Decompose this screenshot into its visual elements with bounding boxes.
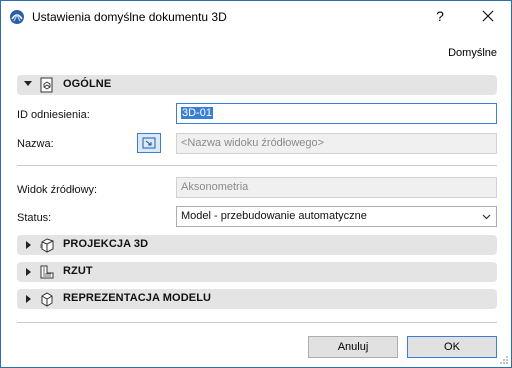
chevron-right-icon[interactable] <box>26 295 31 303</box>
section-divider <box>17 165 497 166</box>
chevron-right-icon[interactable] <box>26 268 31 276</box>
status-dropdown[interactable]: Model - przebudowanie automatyczne <box>176 206 497 227</box>
cancel-button[interactable]: Anuluj <box>308 336 398 358</box>
source-view-label: Widok źródłowy: <box>17 184 98 196</box>
chevron-right-icon[interactable] <box>26 241 31 249</box>
ref-id-label: ID odniesienia: <box>17 109 90 121</box>
cube-model-icon <box>41 292 53 307</box>
status-label: Status: <box>17 212 52 224</box>
chevron-down-icon <box>482 214 491 220</box>
help-button[interactable]: ? <box>432 8 448 26</box>
status-value: Model - przebudowanie automatyczne <box>181 210 367 222</box>
footer-divider <box>17 322 497 323</box>
source-view-value: Aksonometria <box>181 181 249 193</box>
ref-id-input[interactable]: 3D-01 <box>176 103 497 124</box>
archicad-app-icon <box>10 10 24 24</box>
section-projection-header[interactable]: PROJEKCJA 3D <box>17 235 497 255</box>
section-model-header[interactable]: REPREZENTACJA MODELU <box>17 289 497 309</box>
link-name-button[interactable] <box>137 133 161 153</box>
section-plan-header[interactable]: RZUT <box>17 262 497 282</box>
section-general-title: OGÓLNE <box>63 78 112 90</box>
name-input[interactable]: <Nazwa widoku źródłowego> <box>176 133 497 154</box>
ok-button[interactable]: OK <box>407 336 497 358</box>
dialog-content: Domyślne OGÓLNE ID odniesienia: 3D-01 Na… <box>1 32 511 367</box>
resize-grip-icon[interactable] <box>499 355 509 365</box>
source-view-field: Aksonometria <box>176 177 497 198</box>
name-placeholder: <Nazwa widoku źródłowego> <box>181 137 325 149</box>
ref-id-value: 3D-01 <box>181 107 213 119</box>
close-icon[interactable] <box>479 7 497 25</box>
chevron-down-icon[interactable] <box>24 81 32 86</box>
floor-plan-icon <box>40 265 54 279</box>
name-label: Nazwa: <box>17 138 54 150</box>
window-title: Ustawienia domyślne dokumentu 3D <box>32 10 227 24</box>
link-arrow-icon <box>142 137 156 149</box>
dialog-window: Ustawienia domyślne dokumentu 3D ? Domyś… <box>0 0 512 368</box>
preset-label: Domyślne <box>448 47 497 59</box>
section-model-title: REPREZENTACJA MODELU <box>63 292 212 304</box>
cube-projection-icon <box>40 238 54 253</box>
title-bar[interactable]: Ustawienia domyślne dokumentu 3D ? <box>1 1 511 32</box>
document-3d-icon <box>40 77 53 93</box>
section-plan-title: RZUT <box>63 265 93 277</box>
section-general-header[interactable]: OGÓLNE <box>17 75 497 95</box>
section-projection-title: PROJEKCJA 3D <box>63 238 149 250</box>
